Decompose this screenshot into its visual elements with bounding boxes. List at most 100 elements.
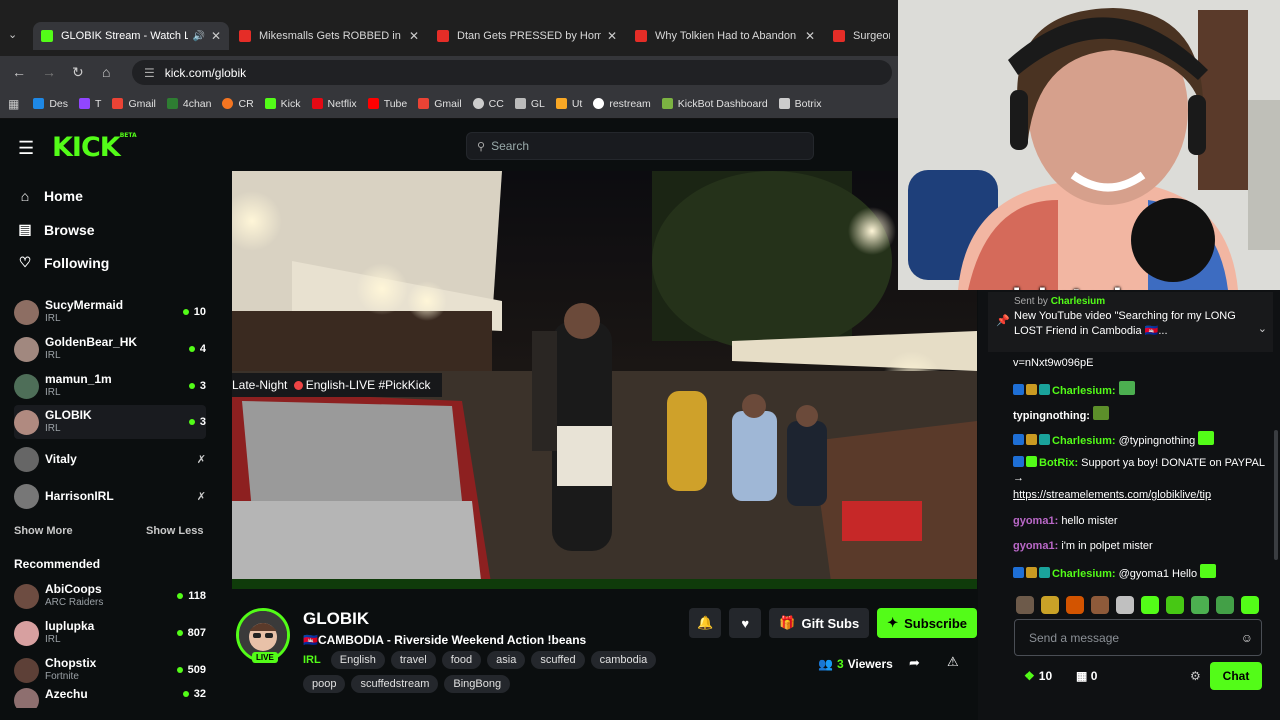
tag[interactable]: cambodia	[590, 651, 657, 669]
bookmark[interactable]: 4chan	[166, 97, 212, 110]
chevron-down-icon[interactable]: ⌄	[1258, 322, 1267, 337]
bookmark[interactable]: Kick	[264, 98, 301, 110]
tag[interactable]: poop	[303, 675, 346, 693]
bookmark[interactable]: CR	[222, 98, 254, 110]
bookmark[interactable]: Des	[33, 98, 68, 110]
video-player[interactable]: Late-Night English-LIVE #PickKick	[232, 171, 977, 589]
tab-search-chevron-icon[interactable]: ⌄	[8, 28, 17, 41]
chat-input[interactable]: Send a message ☺	[1014, 619, 1262, 656]
bookmark[interactable]: Gmail	[418, 98, 462, 110]
tag[interactable]: scuffed	[531, 651, 585, 669]
tab-title: Surgeon W	[853, 30, 890, 42]
bookmark[interactable]: KickBot Dashboard	[661, 98, 768, 110]
leaderboard[interactable]: ▦ 0	[1076, 669, 1097, 683]
close-tab-icon[interactable]: ✕	[607, 29, 617, 43]
menu-icon[interactable]: ☰	[18, 138, 34, 159]
bookmark-favicon-icon	[79, 98, 91, 109]
search-input[interactable]: ⚲ Search	[466, 132, 814, 160]
channel-name: Azechu	[45, 688, 88, 701]
sidebar-channel-chopstix[interactable]: Chopstix Fortnite 509	[14, 653, 206, 687]
gift-icon: 🎁	[779, 615, 796, 630]
tag[interactable]: travel	[390, 651, 436, 669]
sidebar-channel-azechu[interactable]: Azechu 32	[14, 688, 206, 708]
tag[interactable]: English	[330, 651, 385, 669]
tab-youtube-1[interactable]: Mikesmalls Gets ROBBED in Ch ✕	[231, 22, 427, 50]
sidebar-channel-luplupka[interactable]: luplupka IRL 807	[14, 616, 206, 650]
nav-browse[interactable]: ▤ Browse	[16, 221, 94, 238]
gift-subs-button[interactable]: 🎁 Gift Subs	[769, 608, 870, 638]
emote-icon[interactable]	[1091, 596, 1109, 614]
site-info-icon[interactable]: ☰	[144, 66, 155, 80]
emote-icon[interactable]	[1216, 596, 1234, 614]
donate-link[interactable]: https://streamelements.com/globiklive/ti…	[1013, 489, 1211, 501]
apps-grid-icon[interactable]: ▦	[8, 97, 19, 111]
bookmark[interactable]: Ut	[555, 98, 582, 110]
emote-icon[interactable]	[1166, 596, 1184, 614]
send-chat-button[interactable]: Chat	[1210, 662, 1262, 690]
emote-icon[interactable]	[1016, 596, 1034, 614]
close-tab-icon[interactable]: ✕	[211, 29, 221, 43]
emote-icon[interactable]	[1241, 596, 1259, 614]
tag[interactable]: asia	[487, 651, 526, 669]
url-input[interactable]: ☰ kick.com/globik	[132, 60, 892, 85]
bookmark[interactable]: CC	[472, 98, 504, 110]
back-arrow-icon[interactable]: ←	[12, 64, 26, 80]
show-more-button[interactable]: Show More	[14, 525, 73, 537]
emote-icon[interactable]	[1066, 596, 1084, 614]
chat-scrollbar[interactable]	[1274, 430, 1278, 560]
tag[interactable]: scuffedstream	[351, 675, 439, 693]
pinned-message[interactable]: Sent by Charlesium New YouTube video "Se…	[988, 292, 1273, 352]
emote-icon[interactable]	[1191, 596, 1209, 614]
sidebar-channel-globik[interactable]: GLOBIK IRL 3	[14, 405, 206, 439]
close-tab-icon[interactable]: ✕	[409, 29, 419, 43]
sidebar-channel-mamun[interactable]: mamun_1m IRL 3	[14, 369, 206, 403]
chat-settings-gear-icon[interactable]: ⚙	[1190, 669, 1201, 683]
chat-message: Charlesium:	[1013, 381, 1273, 399]
show-less-button[interactable]: Show Less	[146, 525, 203, 537]
bookmark[interactable]: Botrix	[778, 98, 822, 110]
reload-icon[interactable]: ↻	[72, 64, 84, 81]
channel-name[interactable]: GLOBIK	[303, 609, 369, 629]
channel-points[interactable]: ❖ 10	[1024, 669, 1052, 683]
sidebar-channel-harrisonirl[interactable]: HarrisonIRL ✗	[14, 479, 206, 513]
notification-bell-button[interactable]: 🔔	[689, 608, 722, 638]
share-icon[interactable]: ➦	[909, 655, 920, 671]
close-tab-icon[interactable]: ✕	[805, 29, 815, 43]
follow-button[interactable]: ♥	[729, 608, 762, 638]
nav-home[interactable]: ⌂ Home	[16, 188, 83, 204]
bookmark[interactable]: restream	[593, 98, 651, 110]
live-dot-icon	[176, 667, 183, 673]
bookmark[interactable]: Tube	[367, 98, 407, 110]
emote-icon[interactable]	[1041, 596, 1059, 614]
speaker-icon[interactable]: 🔊	[192, 31, 204, 42]
sidebar-channel-goldenbear[interactable]: GoldenBear_HK IRL 4	[14, 332, 206, 366]
bookmark-favicon-icon	[593, 98, 605, 109]
emoji-picker-icon[interactable]: ☺	[1241, 631, 1253, 645]
bookmark[interactable]: T	[79, 98, 101, 110]
live-dot-icon	[177, 593, 184, 599]
sidebar-channel-abicoops[interactable]: AbiCoops ARC Raiders 118	[14, 579, 206, 613]
tab-youtube-2[interactable]: Dtan Gets PRESSED by Homele ✕	[429, 22, 625, 50]
bookmark[interactable]: Netflix	[311, 98, 357, 110]
report-warning-icon[interactable]: ⚠	[947, 654, 959, 670]
tab-youtube-3[interactable]: Why Tolkien Had to Abandon ✕	[627, 22, 823, 50]
bookmark[interactable]: GL	[514, 98, 545, 110]
home-button-icon[interactable]: ⌂	[102, 64, 110, 80]
tag[interactable]: food	[441, 651, 482, 669]
bookmark[interactable]: Gmail	[112, 98, 156, 110]
chat-message: gyoma1: hello mister	[1013, 515, 1118, 527]
subscribe-button[interactable]: ✦ Subscribe	[877, 608, 977, 638]
kick-logo[interactable]: KICKBETA	[52, 132, 137, 163]
emote-icon[interactable]	[1116, 596, 1134, 614]
emote-icon[interactable]	[1141, 596, 1159, 614]
tab-youtube-4[interactable]: Surgeon W	[825, 22, 898, 50]
tab-globik[interactable]: GLOBIK Stream - Watch Live 🔊 ✕	[33, 22, 229, 50]
bookmark-label: 4chan	[182, 97, 212, 110]
sidebar-channel-vitaly[interactable]: Vitaly ✗	[14, 442, 206, 476]
tag[interactable]: BingBong	[444, 675, 511, 693]
home-icon: ⌂	[20, 188, 30, 204]
forward-arrow-icon[interactable]: →	[42, 64, 56, 80]
sidebar-channel-sucymermaid[interactable]: SucyMermaid IRL 10	[14, 295, 206, 329]
nav-following[interactable]: ♡ Following	[16, 254, 110, 271]
category-link[interactable]: IRL	[303, 654, 321, 666]
